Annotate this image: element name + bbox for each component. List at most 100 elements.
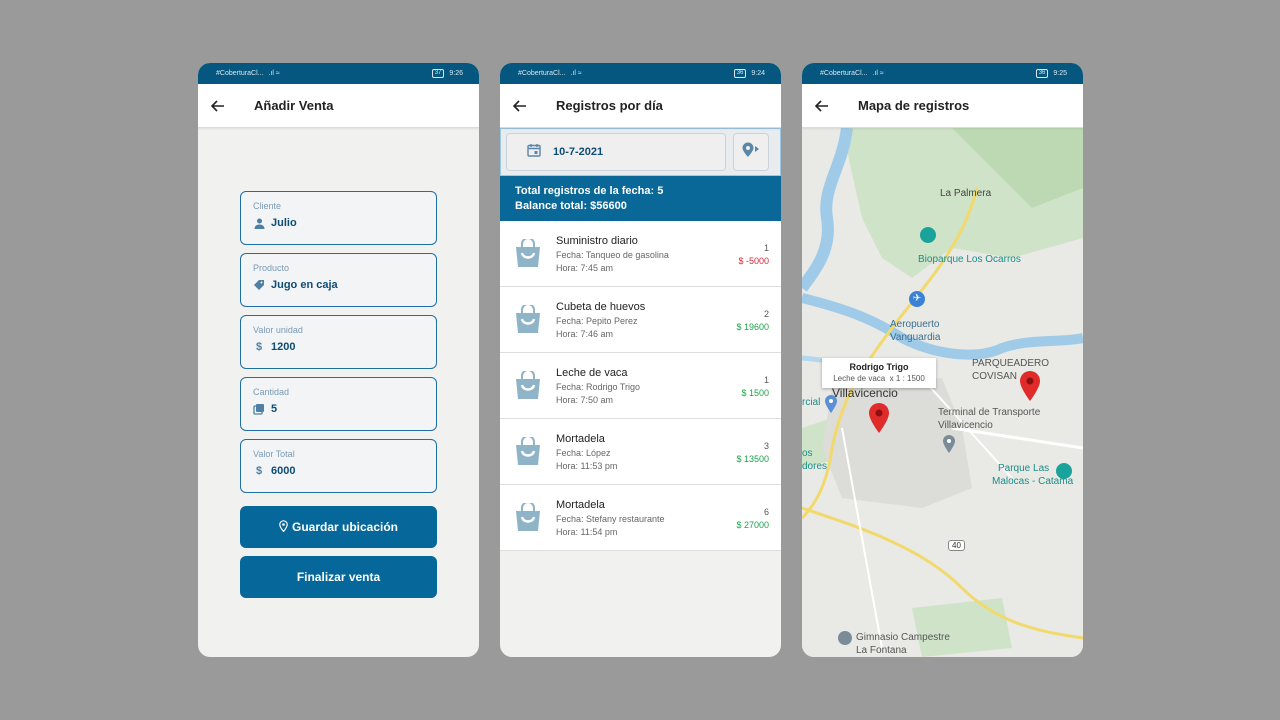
record-qty: 6 <box>763 507 769 517</box>
place-label: Parque Las <box>998 463 1050 474</box>
field-value: Julio <box>271 217 297 229</box>
page-title: Registros por día <box>556 98 663 113</box>
record-hora: Hora: 7:45 am <box>556 263 614 273</box>
daily-records-screen: #CoberturaCl... .ıl ≈ 36 9:24 Registros po… <box>500 63 781 657</box>
place-label: Villavicencio <box>832 386 898 400</box>
back-arrow-icon[interactable] <box>500 99 540 112</box>
record-name: Mortadela <box>556 433 605 445</box>
place-label: La Fontana <box>856 645 907 656</box>
summary-count: Total registros de la fecha: 5 <box>515 185 664 197</box>
record-hora: Hora: 7:50 am <box>556 395 614 405</box>
shopping-bag-icon <box>514 369 542 406</box>
record-row[interactable]: Cubeta de huevos Fecha: Pepito Perez Hor… <box>500 287 781 353</box>
records-list: Suministro diario Fecha: Tanqueo de gaso… <box>500 221 781 551</box>
record-qty: 1 <box>763 375 769 385</box>
signal-icon: .ıl ≈ <box>872 70 884 77</box>
record-amount: $ 19600 <box>736 322 769 332</box>
dollar-icon: $ <box>255 465 263 477</box>
map-marker-icon[interactable] <box>1019 370 1041 407</box>
finish-sale-button[interactable]: Finalizar venta <box>240 556 437 598</box>
back-arrow-icon[interactable] <box>802 99 842 112</box>
add-sale-screen: #CoberturaCl... .ıl ≈ 37 9:26 Añadir Venta… <box>198 63 479 657</box>
place-label: COVISAN <box>972 371 1018 382</box>
record-name: Suministro diario <box>556 235 638 247</box>
record-row[interactable]: Leche de vaca Fecha: Rodrigo Trigo Hora:… <box>500 353 781 419</box>
date-picker[interactable]: 10-7-2021 <box>506 133 726 171</box>
back-arrow-icon[interactable] <box>198 99 238 112</box>
app-bar: Mapa de registros <box>802 84 1083 128</box>
record-name: Leche de vaca <box>556 367 628 379</box>
field-label: Valor Total <box>253 449 295 459</box>
selected-date: 10-7-2021 <box>553 146 604 158</box>
map-view[interactable]: La Palmera Bioparque Los Ocarros ✈ Aerop… <box>802 128 1083 657</box>
save-location-button[interactable]: Guardar ubicación <box>240 506 437 548</box>
record-fecha: Fecha: Stefany restaurante <box>556 514 665 524</box>
place-label: La Palmera <box>940 188 992 199</box>
shopping-bag-icon <box>514 303 542 340</box>
record-fecha: Fecha: López <box>556 448 611 458</box>
record-row[interactable]: Mortadela Fecha: López Hora: 11:53 pm 3 … <box>500 419 781 485</box>
status-bar: #CoberturaCl... .ıl ≈ 36 9:25 <box>802 63 1083 84</box>
record-name: Mortadela <box>556 499 605 511</box>
page-title: Añadir Venta <box>254 98 334 113</box>
place-pin-icon <box>942 434 956 459</box>
tag-icon <box>253 279 265 291</box>
battery-icon: 36 <box>733 69 747 78</box>
record-amount: $ 13500 <box>736 454 769 464</box>
signal-icon: .ıl ≈ <box>268 70 280 77</box>
field-value: Jugo en caja <box>271 279 338 291</box>
field-label: Producto <box>253 263 290 273</box>
field-value: 5 <box>271 403 278 415</box>
field-label: Valor unidad <box>253 325 303 335</box>
battery-icon: 37 <box>431 69 445 78</box>
record-hora: Hora: 11:54 pm <box>556 527 618 537</box>
place-label: Aeropuerto <box>890 319 940 330</box>
record-fecha: Fecha: Tanqueo de gasolina <box>556 250 669 260</box>
place-label: Vanguardia <box>890 332 941 343</box>
info-detail: Leche de vaca x 1 : 1500 <box>833 374 925 383</box>
field-value: 1200 <box>271 341 296 353</box>
records-summary: Total registros de la fecha: 5 Balance t… <box>500 176 781 221</box>
place-pin-icon <box>824 394 838 419</box>
zoo-icon <box>920 227 936 243</box>
airport-icon: ✈ <box>909 291 925 307</box>
calendar-icon <box>527 143 541 162</box>
place-label: rcial <box>802 397 821 408</box>
school-icon <box>838 631 852 645</box>
save-location-label: Guardar ubicación <box>291 520 399 534</box>
map-marker-icon[interactable] <box>868 402 890 439</box>
producto-field[interactable]: Producto Jugo en caja <box>240 253 437 307</box>
record-amount: $ 1500 <box>741 388 769 398</box>
field-value: 6000 <box>271 465 296 477</box>
record-qty: 2 <box>763 309 769 319</box>
record-hora: Hora: 11:53 pm <box>556 461 618 471</box>
app-bar: Añadir Venta <box>198 84 479 128</box>
app-bar: Registros por día <box>500 84 781 128</box>
clock: 9:25 <box>1053 70 1067 77</box>
location-arrow-icon <box>741 142 761 163</box>
cantidad-field[interactable]: Cantidad 5 <box>240 377 437 431</box>
place-label: Gimnasio Campestre <box>856 632 950 643</box>
place-label: PARQUEADERO <box>972 358 1050 369</box>
person-icon <box>253 217 265 229</box>
valor-total-field[interactable]: Valor Total $ 6000 <box>240 439 437 493</box>
summary-balance: Balance total: $56600 <box>515 200 627 212</box>
carrier-label: #CoberturaCl... <box>820 70 868 77</box>
carrier-label: #CoberturaCl... <box>518 70 566 77</box>
field-label: Cantidad <box>253 387 290 397</box>
marker-info-window[interactable]: Rodrigo Trigo Leche de vaca x 1 : 1500 <box>822 358 936 388</box>
map-location-button[interactable] <box>733 133 769 171</box>
record-row[interactable]: Mortadela Fecha: Stefany restaurante Hor… <box>500 485 781 551</box>
place-label: Bioparque Los Ocarros <box>918 254 1021 265</box>
cliente-field[interactable]: Cliente Julio <box>240 191 437 245</box>
status-bar: #CoberturaCl... .ıl ≈ 37 9:26 <box>198 63 479 84</box>
record-row[interactable]: Suministro diario Fecha: Tanqueo de gaso… <box>500 221 781 287</box>
battery-icon: 36 <box>1035 69 1049 78</box>
record-hora: Hora: 7:46 am <box>556 329 614 339</box>
valor-unidad-field[interactable]: Valor unidad $ 1200 <box>240 315 437 369</box>
clock: 9:26 <box>449 70 463 77</box>
stack-icon <box>253 403 265 415</box>
place-label: Villavicencio <box>938 420 993 431</box>
dollar-icon: $ <box>255 341 263 353</box>
finish-sale-label: Finalizar venta <box>296 570 381 584</box>
